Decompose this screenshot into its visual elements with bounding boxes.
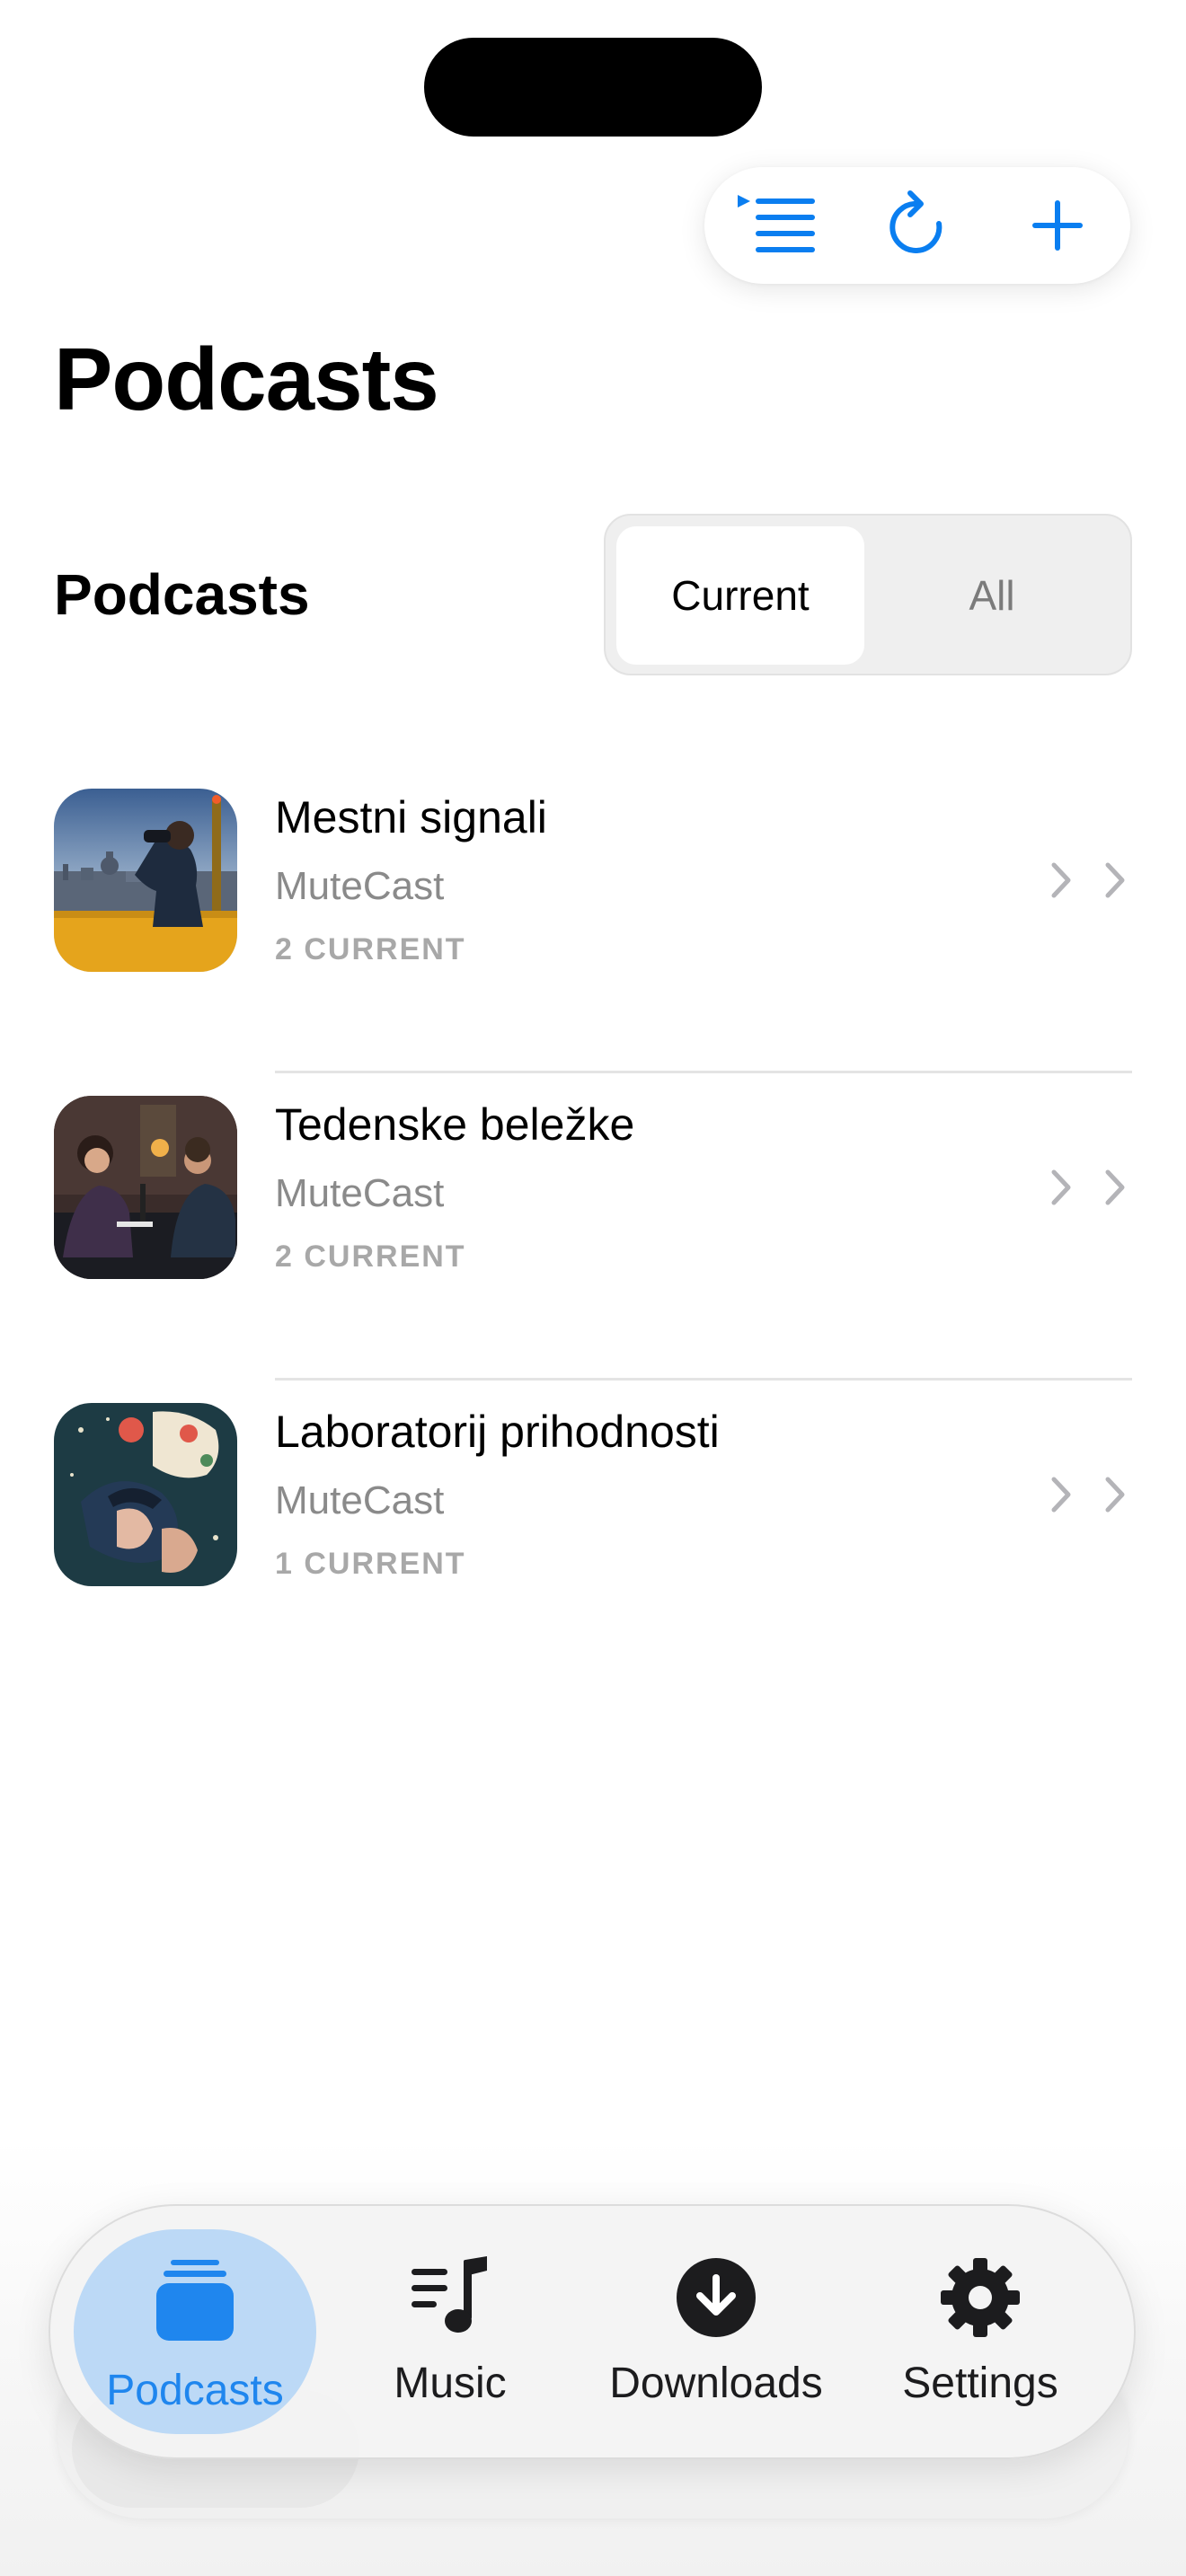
tab-music[interactable]: Music xyxy=(329,2206,571,2457)
section-title: Podcasts xyxy=(54,562,310,627)
filter-segmented-control: Current All xyxy=(604,514,1132,675)
chevron-right-icon xyxy=(1049,1475,1073,1519)
chevron-right-icon xyxy=(1103,1475,1127,1519)
chevron-right-icon xyxy=(1049,1168,1073,1212)
segment-all[interactable]: All xyxy=(866,526,1118,665)
podcast-title: Mestni signali xyxy=(275,792,547,842)
top-toolbar xyxy=(704,167,1130,284)
tab-label: Music xyxy=(394,2360,507,2407)
tab-label: Podcasts xyxy=(106,2367,284,2414)
arrow-clockwise-icon xyxy=(885,190,950,261)
stack-icon xyxy=(155,2254,235,2349)
gear-icon xyxy=(939,2256,1022,2343)
chevron-right-icon xyxy=(1103,860,1127,904)
list-item[interactable]: Tedenske beležke MuteCast 2 CURRENT xyxy=(0,1071,1186,1378)
add-button[interactable] xyxy=(999,167,1116,284)
chevron-right-icon xyxy=(1103,1168,1127,1212)
current-count: 2 CURRENT xyxy=(275,932,466,966)
music-list-icon xyxy=(410,2256,491,2343)
space-illustration-artwork xyxy=(54,1403,237,1586)
tab-podcasts[interactable]: Podcasts xyxy=(74,2206,316,2457)
podcast-title: Laboratorij prihodnosti xyxy=(275,1407,720,1457)
list-item[interactable]: Laboratorij prihodnosti MuteCast 1 CURRE… xyxy=(0,1378,1186,1685)
current-count: 1 CURRENT xyxy=(275,1547,466,1581)
plus-icon xyxy=(1029,197,1086,254)
podcast-title: Tedenske beležke xyxy=(275,1099,635,1150)
download-circle-icon xyxy=(675,2256,757,2343)
row-divider xyxy=(275,1071,1132,1073)
tab-bar: Podcasts Music Downloads Settings xyxy=(49,2204,1136,2459)
studio-conversation-artwork xyxy=(54,1096,237,1279)
refresh-button[interactable] xyxy=(859,167,976,284)
page-title: Podcasts xyxy=(54,330,439,428)
segment-current[interactable]: Current xyxy=(616,526,864,665)
dynamic-island xyxy=(424,38,762,137)
podcast-author: MuteCast xyxy=(275,1478,445,1522)
tab-downloads[interactable]: Downloads xyxy=(595,2206,837,2457)
tab-label: Settings xyxy=(902,2360,1058,2407)
podcast-author: MuteCast xyxy=(275,864,445,908)
queue-button[interactable] xyxy=(719,167,836,284)
tab-label: Downloads xyxy=(609,2360,823,2407)
chevron-right-icon xyxy=(1049,860,1073,904)
list-bullet-play-icon xyxy=(734,193,820,258)
city-rooftop-binoculars-artwork xyxy=(54,789,237,972)
current-count: 2 CURRENT xyxy=(275,1239,466,1274)
tab-settings[interactable]: Settings xyxy=(859,2206,1102,2457)
podcast-author: MuteCast xyxy=(275,1171,445,1215)
row-divider xyxy=(275,1378,1132,1381)
podcast-list: Mestni signali MuteCast 2 CURRENT Tedens… xyxy=(0,763,1186,1685)
list-item[interactable]: Mestni signali MuteCast 2 CURRENT xyxy=(0,763,1186,1071)
